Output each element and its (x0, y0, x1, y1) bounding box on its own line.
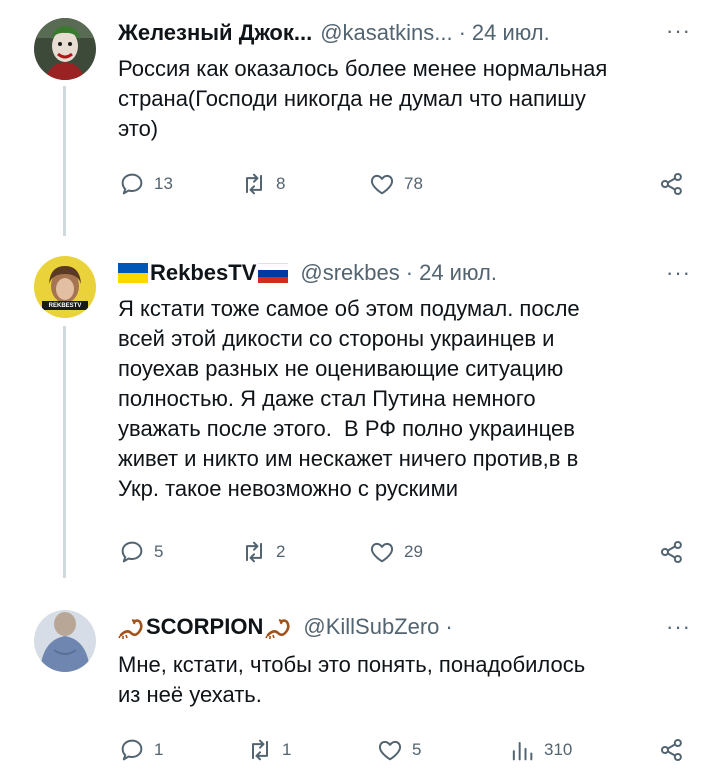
tweet-text: Мне, кстати, чтобы это понять, понадобил… (118, 652, 586, 707)
retweet-count: 2 (276, 542, 286, 561)
scorpion-icon (265, 614, 291, 640)
ukraine-flag-icon (118, 263, 148, 283)
reply-icon (121, 541, 143, 563)
avatar-scorpion-image (34, 610, 96, 672)
like-count: 5 (412, 740, 422, 759)
tweet-header: Железный Джок... @kasatkins... · 24 июл. (118, 20, 550, 46)
like-count: 29 (404, 542, 423, 561)
like-icon (370, 174, 394, 195)
tweet-header: SCORPION @KillSubZero · (118, 614, 453, 640)
more-options-button[interactable]: ··· (666, 614, 691, 640)
reply-button[interactable]: 13 (118, 170, 173, 198)
avatar-joker-image (34, 18, 96, 80)
share-icon (660, 738, 682, 762)
tweet-1[interactable]: Железный Джок... @kasatkins... · 24 июл.… (0, 0, 719, 240)
reply-count: 13 (154, 174, 173, 193)
views-count: 310 (544, 740, 573, 759)
avatar-caption: REKBESTV (48, 303, 82, 309)
author-name[interactable]: Железный Джок... (118, 20, 312, 46)
avatar-rekbestv[interactable]: REKBESTV (34, 256, 96, 318)
tweet-header: RekbesTV @srekbes · 24 июл. (118, 260, 497, 286)
author-handle[interactable]: @kasatkins... (320, 20, 452, 46)
share-icon (660, 540, 682, 564)
share-button[interactable] (658, 538, 686, 566)
like-icon (378, 740, 402, 761)
tweet-text: Я кстати тоже самое об этом подумал. пос… (118, 296, 580, 501)
russia-flag-icon (258, 263, 289, 283)
avatar-joker[interactable] (34, 18, 96, 80)
separator-dot: · (458, 20, 466, 45)
retweet-button[interactable]: 8 (240, 170, 285, 198)
like-button[interactable]: 5 (376, 736, 421, 764)
views-button[interactable]: 310 (508, 736, 572, 764)
retweet-icon (252, 739, 268, 761)
reply-icon (121, 173, 143, 195)
retweet-button[interactable]: 2 (240, 538, 285, 566)
tweet-date[interactable]: 24 июл. (419, 260, 497, 286)
like-button[interactable]: 78 (368, 170, 423, 198)
author-name[interactable]: RekbesTV (150, 260, 256, 286)
tweet-actions: 13 8 78 (118, 170, 688, 198)
tweet-text: Россия как оказалось более менее нормаль… (118, 56, 608, 141)
retweet-icon (246, 541, 262, 563)
thread-line (63, 86, 66, 236)
scorpion-icon (118, 614, 144, 640)
reply-icon (121, 739, 143, 761)
share-button[interactable] (658, 736, 686, 764)
like-button[interactable]: 29 (368, 538, 423, 566)
author-handle[interactable]: @srekbes (300, 260, 399, 286)
author-handle[interactable]: @KillSubZero (303, 614, 439, 640)
reply-button[interactable]: 1 (118, 736, 163, 764)
tweet-date[interactable]: 24 июл. (472, 20, 550, 46)
views-icon (512, 742, 533, 761)
tweet-actions: 5 2 29 (118, 538, 688, 566)
tweet-2[interactable]: REKBESTV RekbesTV @srekbes · 24 июл. ···… (0, 240, 719, 582)
retweet-count: 8 (276, 174, 286, 193)
tweet-actions: 1 1 5 310 (118, 736, 688, 764)
avatar-scorpion[interactable] (34, 610, 96, 672)
thread-line (63, 326, 66, 578)
reply-count: 1 (154, 740, 164, 759)
tweet-3[interactable]: SCORPION @KillSubZero · ··· Мне, кстати,… (0, 582, 719, 778)
like-icon (370, 542, 394, 563)
retweet-icon (246, 173, 262, 195)
retweet-count: 1 (282, 740, 292, 759)
separator-dot: · (445, 614, 453, 639)
share-button[interactable] (658, 170, 686, 198)
like-count: 78 (404, 174, 423, 193)
more-options-button[interactable]: ··· (666, 18, 691, 44)
reply-count: 5 (154, 542, 164, 561)
more-options-button[interactable]: ··· (666, 260, 691, 286)
retweet-button[interactable]: 1 (246, 736, 291, 764)
share-icon (660, 172, 682, 196)
author-name[interactable]: SCORPION (146, 614, 263, 640)
separator-dot: · (405, 260, 414, 285)
reply-button[interactable]: 5 (118, 538, 163, 566)
